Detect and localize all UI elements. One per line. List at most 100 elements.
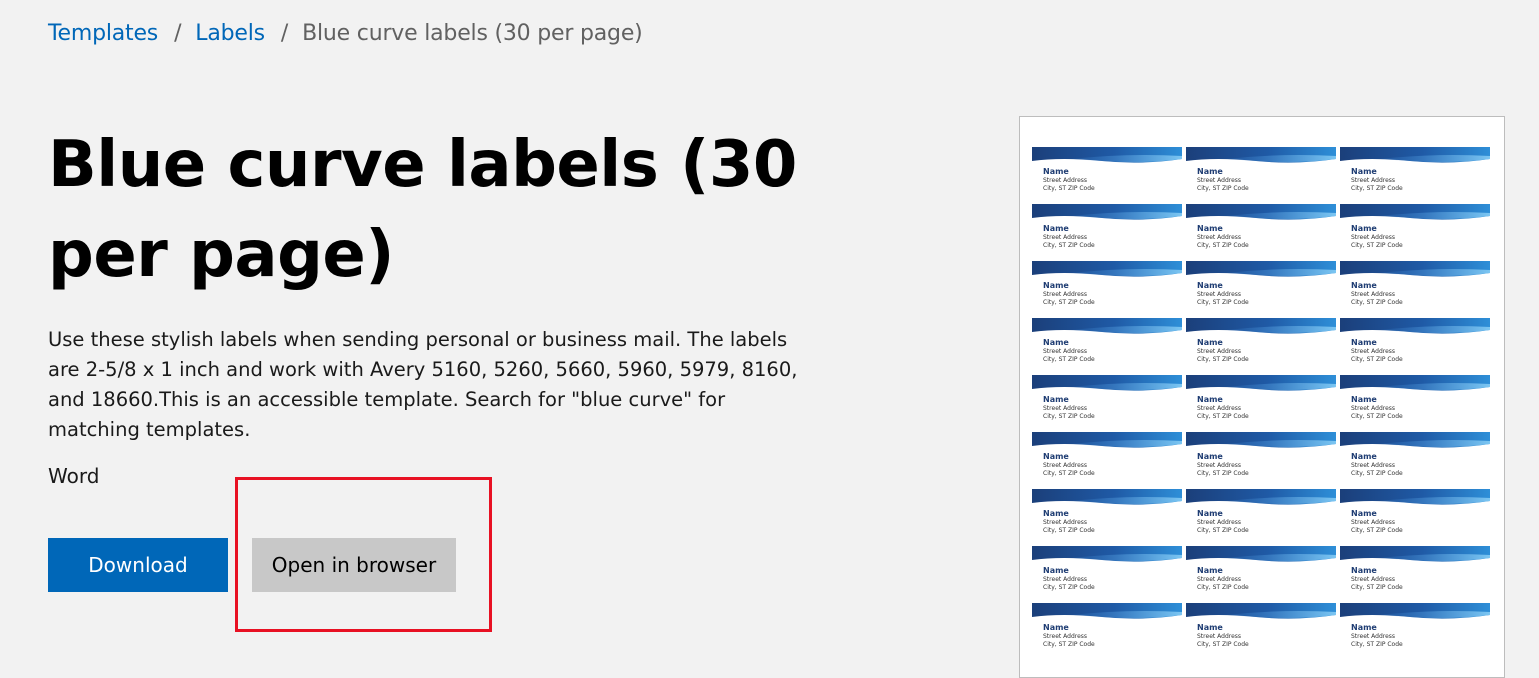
address-label: Name Street Address City, ST ZIP Code: [1032, 202, 1182, 252]
blue-curve-band: [1032, 603, 1182, 619]
label-name: Name: [1043, 509, 1069, 518]
blue-curve-band: [1340, 261, 1490, 277]
label-name: Name: [1351, 452, 1377, 461]
label-name: Name: [1043, 566, 1069, 575]
label-city: City, ST ZIP Code: [1043, 356, 1095, 363]
label-city: City, ST ZIP Code: [1351, 641, 1403, 648]
blue-curve-band: [1186, 489, 1336, 505]
label-street: Street Address: [1197, 234, 1242, 241]
label-name: Name: [1351, 224, 1377, 233]
blue-curve-band: [1032, 318, 1182, 334]
label-street: Street Address: [1197, 519, 1242, 526]
blue-curve-band: [1032, 375, 1182, 391]
breadcrumb: Templates / Labels / Blue curve labels (30 p…: [48, 20, 643, 48]
label-street: Street Address: [1351, 348, 1396, 355]
label-name: Name: [1197, 281, 1223, 290]
label-city: City, ST ZIP Code: [1043, 413, 1095, 420]
blue-curve-band: [1032, 432, 1182, 448]
label-street: Street Address: [1351, 234, 1396, 241]
address-label: Name Street Address City, ST ZIP Code: [1032, 373, 1182, 423]
address-label: Name Street Address City, ST ZIP Code: [1186, 145, 1336, 195]
label-name: Name: [1197, 509, 1223, 518]
blue-curve-band: [1340, 546, 1490, 562]
label-street: Street Address: [1043, 576, 1088, 583]
label-name: Name: [1043, 281, 1069, 290]
open-in-browser-button[interactable]: Open in browser: [252, 538, 456, 592]
label-street: Street Address: [1197, 405, 1242, 412]
label-name: Name: [1351, 167, 1377, 176]
blue-curve-band: [1186, 432, 1336, 448]
label-city: City, ST ZIP Code: [1197, 470, 1249, 477]
blue-curve-band: [1340, 318, 1490, 334]
label-street: Street Address: [1043, 177, 1088, 184]
download-button[interactable]: Download: [48, 538, 228, 592]
label-city: City, ST ZIP Code: [1351, 242, 1403, 249]
label-city: City, ST ZIP Code: [1197, 527, 1249, 534]
address-label: Name Street Address City, ST ZIP Code: [1340, 430, 1490, 480]
label-street: Street Address: [1351, 291, 1396, 298]
blue-curve-band: [1186, 318, 1336, 334]
blue-curve-band: [1186, 147, 1336, 163]
template-preview: Name Street Address City, ST ZIP Code Name S…: [1019, 116, 1505, 678]
address-label: Name Street Address City, ST ZIP Code: [1186, 202, 1336, 252]
app-name: Word: [48, 464, 100, 488]
label-street: Street Address: [1351, 177, 1396, 184]
label-street: Street Address: [1351, 633, 1396, 640]
template-description: Use these stylish labels when sending pe…: [48, 328, 798, 441]
blue-curve-band: [1340, 603, 1490, 619]
blue-curve-band: [1032, 261, 1182, 277]
label-street: Street Address: [1197, 177, 1242, 184]
label-street: Street Address: [1043, 519, 1088, 526]
blue-curve-band: [1340, 432, 1490, 448]
label-city: City, ST ZIP Code: [1197, 356, 1249, 363]
address-label: Name Street Address City, ST ZIP Code: [1186, 544, 1336, 594]
label-city: City, ST ZIP Code: [1351, 413, 1403, 420]
label-street: Street Address: [1197, 291, 1242, 298]
blue-curve-band: [1340, 204, 1490, 220]
label-street: Street Address: [1043, 291, 1088, 298]
label-name: Name: [1043, 452, 1069, 461]
label-city: City, ST ZIP Code: [1043, 527, 1095, 534]
address-label: Name Street Address City, ST ZIP Code: [1032, 601, 1182, 651]
blue-curve-band: [1032, 204, 1182, 220]
label-name: Name: [1351, 281, 1377, 290]
label-city: City, ST ZIP Code: [1043, 641, 1095, 648]
label-street: Street Address: [1043, 405, 1088, 412]
label-city: City, ST ZIP Code: [1043, 242, 1095, 249]
address-label: Name Street Address City, ST ZIP Code: [1340, 316, 1490, 366]
blue-curve-band: [1032, 147, 1182, 163]
label-city: City, ST ZIP Code: [1351, 584, 1403, 591]
address-label: Name Street Address City, ST ZIP Code: [1032, 316, 1182, 366]
label-name: Name: [1351, 338, 1377, 347]
label-city: City, ST ZIP Code: [1351, 527, 1403, 534]
label-city: City, ST ZIP Code: [1197, 185, 1249, 192]
blue-curve-band: [1032, 489, 1182, 505]
breadcrumb-link-labels[interactable]: Labels: [195, 21, 265, 46]
label-city: City, ST ZIP Code: [1351, 356, 1403, 363]
blue-curve-band: [1340, 375, 1490, 391]
address-label: Name Street Address City, ST ZIP Code: [1340, 601, 1490, 651]
blue-curve-band: [1186, 603, 1336, 619]
label-name: Name: [1043, 395, 1069, 404]
blue-curve-band: [1186, 546, 1336, 562]
label-city: City, ST ZIP Code: [1197, 242, 1249, 249]
address-label: Name Street Address City, ST ZIP Code: [1186, 373, 1336, 423]
label-street: Street Address: [1197, 462, 1242, 469]
label-name: Name: [1197, 452, 1223, 461]
breadcrumb-link-templates[interactable]: Templates: [48, 21, 158, 46]
address-label: Name Street Address City, ST ZIP Code: [1032, 430, 1182, 480]
address-label: Name Street Address City, ST ZIP Code: [1340, 145, 1490, 195]
blue-curve-band: [1186, 204, 1336, 220]
label-city: City, ST ZIP Code: [1043, 299, 1095, 306]
page-title: Blue curve labels (30 per page): [48, 128, 797, 292]
label-city: City, ST ZIP Code: [1197, 299, 1249, 306]
label-city: City, ST ZIP Code: [1043, 185, 1095, 192]
breadcrumb-separator: /: [280, 21, 289, 46]
label-city: City, ST ZIP Code: [1351, 299, 1403, 306]
label-street: Street Address: [1043, 633, 1088, 640]
label-name: Name: [1197, 224, 1223, 233]
label-name: Name: [1197, 338, 1223, 347]
label-name: Name: [1351, 509, 1377, 518]
address-label: Name Street Address City, ST ZIP Code: [1186, 259, 1336, 309]
label-name: Name: [1043, 623, 1069, 632]
